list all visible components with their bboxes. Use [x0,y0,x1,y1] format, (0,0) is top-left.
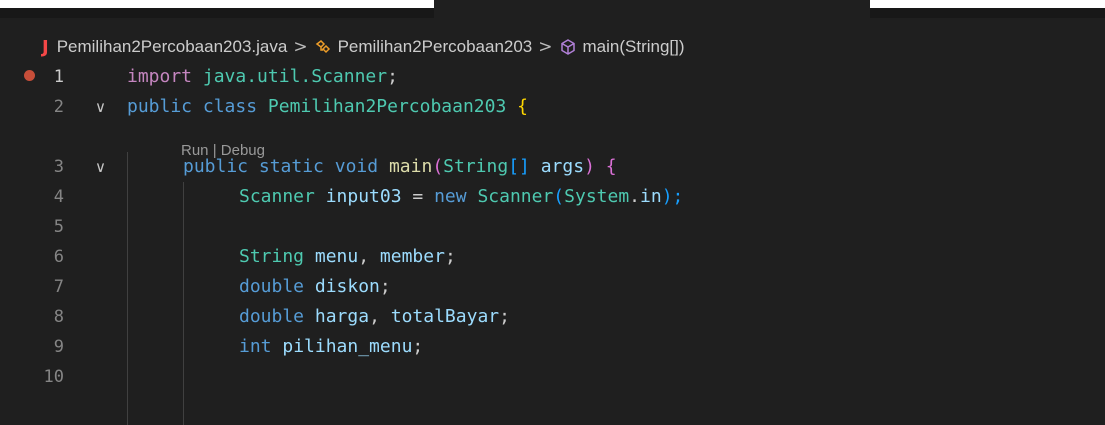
code-text[interactable]: String menu, member; [239,242,456,272]
code-token: new [434,186,467,207]
code-token: { [517,96,529,117]
code-token: System [564,186,630,207]
code-token: static [258,156,324,177]
tab-bar [0,0,1105,18]
line-number[interactable]: 5 [0,212,64,242]
code-token: = [401,186,435,207]
code-token: , [369,306,391,327]
breadcrumb-file[interactable]: Pemilihan2Percobaan203.java [57,37,288,57]
code-token: in [640,186,662,207]
code-text[interactable]: int pilihan_menu; [239,332,423,362]
code-token: int [239,336,272,357]
java-file-icon: J [42,36,49,58]
code-token: class [202,96,258,117]
code-token: ) [584,156,595,177]
code-token: member [379,246,445,267]
line-number[interactable]: 2 [0,92,64,122]
line-number[interactable]: 6 [0,242,64,272]
method-icon [559,38,577,56]
code-text[interactable]: public static void main(String[] args) { [183,152,617,182]
chevron-down-icon[interactable]: ∨ [95,152,106,182]
breadcrumb-separator: > [538,37,553,57]
code-line[interactable]: 6 String menu, member; [0,242,1105,272]
line-number[interactable]: 9 [0,332,64,362]
code-token: String [443,156,509,177]
code-line[interactable]: 8 double harga, totalBayar; [0,302,1105,332]
code-token: menu [314,246,359,267]
code-token: ; [412,336,424,357]
code-text[interactable]: public class Pemilihan2Percobaan203 { [127,92,528,122]
active-tab[interactable] [434,0,870,18]
code-token: public [183,156,249,177]
code-token: { [605,156,617,177]
line-number[interactable]: 10 [0,362,64,392]
code-line[interactable]: 4 Scanner input03 = new Scanner(System.in… [0,182,1105,212]
line-number[interactable]: 7 [0,272,64,302]
breadcrumb-method[interactable]: main(String[]) [583,37,685,57]
code-line[interactable]: 7 double diskon; [0,272,1105,302]
code-token: diskon [314,276,380,297]
code-token: totalBayar [390,306,500,327]
code-token: , [358,246,380,267]
code-token: pilihan_menu [282,336,413,357]
code-token: Pemilihan2Percobaan203 [267,96,507,117]
code-token: void [334,156,379,177]
code-token: ); [661,186,684,207]
code-token: String [239,246,305,267]
line-number[interactable]: 4 [0,182,64,212]
code-line[interactable]: 9 int pilihan_menu; [0,332,1105,362]
code-token: args [540,156,585,177]
code-token: double [239,306,305,327]
code-token: input03 [325,186,402,207]
code-token: ; [499,306,510,327]
code-token: ; [387,66,398,87]
code-line[interactable]: 5 [0,212,1105,242]
breadcrumb-separator: > [293,37,308,57]
code-token: ( [432,156,444,177]
code-token: Scanner [239,186,315,207]
code-token: [] [508,156,530,177]
code-line[interactable]: 1 import java.util.Scanner; [0,62,1105,92]
code-token: . [629,186,641,207]
code-line[interactable]: 3 ∨ public static void main(String[] args)… [0,152,1105,182]
code-token: Scanner [477,186,554,207]
line-number[interactable]: 3 [0,152,64,182]
code-token: harga [314,306,370,327]
breakpoint-icon[interactable] [24,70,35,81]
code-line[interactable]: 10 [0,362,1105,392]
code-token: java.util.Scanner [192,66,388,87]
class-icon [314,38,332,56]
code-text[interactable]: double harga, totalBayar; [239,302,510,332]
code-line[interactable]: 2 ∨ public class Pemilihan2Percobaan203 { [0,92,1105,122]
code-token: ; [379,276,391,297]
breadcrumb: J Pemilihan2Percobaan203.java > Pemiliha… [42,36,685,58]
line-number[interactable]: 8 [0,302,64,332]
code-token: ( [553,186,565,207]
code-text[interactable]: import java.util.Scanner; [127,62,398,92]
code-token: main [388,156,433,177]
code-token: public [127,96,193,117]
code-token: ; [444,246,456,267]
breadcrumb-class[interactable]: Pemilihan2Percobaan203 [338,37,533,57]
chevron-down-icon[interactable]: ∨ [95,92,106,122]
code-token: double [239,276,305,297]
code-token: import [127,66,193,87]
code-text[interactable]: Scanner input03 = new Scanner(System.in)… [239,182,683,212]
code-text[interactable]: double diskon; [239,272,391,302]
